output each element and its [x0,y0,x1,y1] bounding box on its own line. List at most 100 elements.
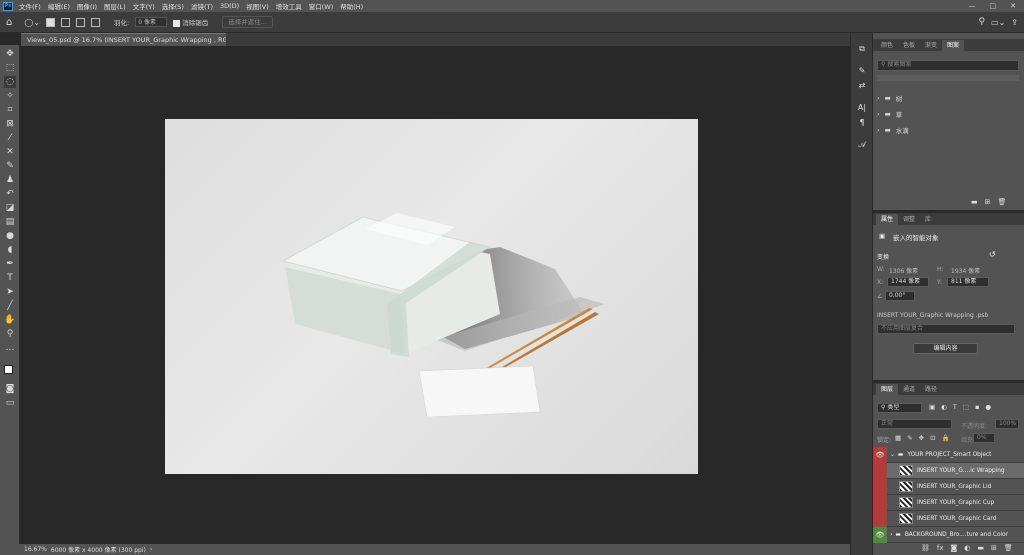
home-icon[interactable]: ⌂ [6,17,12,28]
blur-tool-icon[interactable]: ● [4,230,16,242]
fx-icon[interactable]: fx [937,544,944,552]
new-group-icon[interactable]: ▬ [977,544,984,552]
angle-input[interactable]: 0.00° [885,291,915,301]
document-canvas[interactable] [165,119,698,474]
subtract-selection-icon[interactable] [76,17,86,27]
pattern-slider[interactable] [877,75,1019,81]
delete-layer-icon[interactable]: 🗑 [1004,544,1013,552]
layer-wrapping[interactable]: INSERT YOUR_G....ic Wrapping [873,462,1024,479]
close-window-button[interactable]: ✕ [1010,2,1016,10]
visibility-toggle[interactable] [873,510,887,527]
blend-mode-select[interactable]: 正常 [877,419,952,429]
hand-tool-icon[interactable]: ✋ [4,314,16,326]
tab-color[interactable]: 颜色 [876,40,898,51]
zoom-level[interactable]: 16.67% [24,546,47,553]
select-and-mask-button[interactable]: 选择并遮住... [222,16,273,28]
menu-plugins[interactable]: 增效工具 [276,1,302,11]
layer-group-project[interactable]: 👁 ⌄ ▬ YOUR PROJECT_Smart Object [873,446,1024,463]
history-panel-icon[interactable]: ⧉ [856,44,868,56]
link-layers-icon[interactable]: ⛓ [921,544,930,552]
eye-icon[interactable]: 👁 [873,526,887,543]
eyedropper-icon[interactable]: ⁄ [4,132,16,144]
pixel-filter-icon[interactable]: ▣ [929,403,935,411]
magic-wand-icon[interactable]: ✧ [4,90,16,102]
adjustment-layer-icon[interactable]: ◐ [964,544,970,552]
paragraph-panel-icon[interactable]: ¶ [856,118,868,130]
layer-group-background[interactable]: 👁 › ▬ BACKGROUND_Bro....ture and Color [873,526,1024,543]
adjustment-filter-icon[interactable]: ◐ [941,403,947,411]
edit-contents-button[interactable]: 编辑内容 [913,343,978,354]
lock-position-icon[interactable]: ✥ [919,434,924,442]
tab-gradients[interactable]: 渐变 [920,40,942,51]
shape-filter-icon[interactable]: ⬚ [963,403,969,411]
eye-icon[interactable]: 👁 [873,446,887,463]
screen-mode-icon[interactable]: ▭ [4,397,16,409]
new-pattern-icon[interactable]: ⊞ [985,198,991,206]
tab-paths[interactable]: 路径 [920,384,942,395]
menu-3d[interactable]: 3D(D) [220,2,239,10]
maximize-button[interactable]: □ [990,2,997,10]
layer-kind-filter[interactable]: ⚲ 类型 [877,403,922,413]
tab-patterns[interactable]: 图案 [942,40,965,51]
frame-tool-icon[interactable]: ⊠ [4,118,16,130]
tab-adjustments[interactable]: 调整 [898,214,920,225]
menu-view[interactable]: 视图(V) [246,1,269,11]
healing-brush-icon[interactable]: ✕ [4,146,16,158]
type-tool-icon[interactable]: T [4,272,16,284]
lock-artboard-icon[interactable]: ⊡ [930,434,935,442]
visibility-toggle[interactable] [873,462,887,479]
foreground-color-swatch[interactable] [4,365,13,374]
menu-select[interactable]: 选择(S) [162,1,184,11]
visibility-toggle[interactable] [873,478,887,495]
add-mask-icon[interactable]: ◙ [951,544,958,552]
gradient-tool-icon[interactable]: ▤ [4,216,16,228]
lasso-tool-icon[interactable]: ◌ [4,76,16,88]
search-icon[interactable]: ⚲ [978,17,985,27]
trash-icon[interactable]: 🗑 [998,198,1007,206]
history-brush-icon[interactable]: ↶ [4,188,16,200]
path-select-icon[interactable]: ➤ [4,286,16,298]
menu-edit[interactable]: 编辑(E) [48,1,70,11]
y-input[interactable]: 811 像素 [947,277,989,287]
h-value[interactable]: 1934 像素 [951,266,980,275]
dodge-tool-icon[interactable]: ◖ [4,244,16,256]
menu-image[interactable]: 图像(I) [77,1,97,11]
tab-layers[interactable]: 图层 [876,384,899,395]
menu-file[interactable]: 文件(F) [19,1,41,11]
layer-comp-select[interactable]: 不应用图层复合 [877,324,1015,334]
new-group-icon[interactable]: ▬ [971,198,978,206]
crop-tool-icon[interactable]: ⌗ [4,104,16,116]
menu-filter[interactable]: 滤镜(T) [191,1,213,11]
stamp-tool-icon[interactable]: ♟ [4,174,16,186]
pen-tool-icon[interactable]: ✒ [4,258,16,270]
opacity-input[interactable]: 100% [995,419,1019,429]
more-tools-icon[interactable]: … [4,342,16,354]
lock-transparent-icon[interactable]: ▦ [895,434,901,442]
folder-trees[interactable]: › ▬ 树 [877,91,1017,105]
share-icon[interactable]: ⇪ [1011,18,1018,27]
zoom-tool-icon[interactable]: ⚲ [4,328,16,340]
quick-mask-icon[interactable]: ◙ [4,383,16,395]
marquee-tool-icon[interactable]: ⬚ [4,62,16,74]
visibility-toggle[interactable] [873,494,887,511]
line-tool-icon[interactable]: ╱ [4,300,16,312]
tab-libraries[interactable]: 库 [920,214,936,225]
lock-image-icon[interactable]: ✎ [907,434,912,442]
new-selection-icon[interactable] [46,17,56,27]
tab-swatches[interactable]: 色板 [898,40,920,51]
new-layer-icon[interactable]: ⊞ [991,544,997,552]
smart-filter-icon[interactable]: ▪ [975,403,979,411]
menu-type[interactable]: 文字(Y) [133,1,155,11]
lasso-preset-icon[interactable]: ◯⌄ [24,18,40,27]
expand-icon[interactable]: ⌄ [890,452,895,458]
add-selection-icon[interactable] [61,17,71,27]
expand-icon[interactable]: › [890,532,892,538]
fill-input[interactable]: 0% [973,433,995,443]
w-value[interactable]: 1306 像素 [889,266,918,275]
pattern-search-input[interactable]: ⚲ 搜索图案 [877,60,1019,71]
reset-transform-icon[interactable]: ↺ [989,250,996,259]
brush-tool-icon[interactable]: ✎ [4,160,16,172]
menu-layer[interactable]: 图层(L) [104,1,126,11]
tab-channels[interactable]: 通道 [898,384,920,395]
tab-properties[interactable]: 属性 [876,214,899,225]
